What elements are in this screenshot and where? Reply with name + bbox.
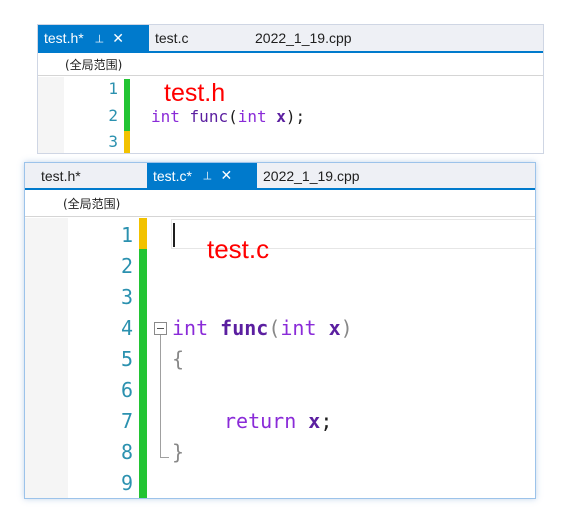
line-number: 9 bbox=[120, 471, 133, 495]
editor-window-test-h: test.h* ⊣ ✕ test.c 2022_1_19.cpp (全局范围) … bbox=[37, 24, 544, 154]
tab-label: 2022_1_19.cpp bbox=[255, 30, 352, 46]
code-line-5: { bbox=[172, 347, 185, 371]
line-number: 1 bbox=[108, 79, 118, 98]
code-line-4: int func(int x) bbox=[172, 316, 353, 340]
tab-test-c[interactable]: test.c bbox=[149, 25, 249, 51]
close-icon[interactable]: ✕ bbox=[112, 30, 124, 47]
punctuation: ( bbox=[268, 316, 281, 340]
unsaved-change-marker bbox=[139, 218, 147, 249]
function-name: func bbox=[189, 107, 229, 126]
scope-dropdown[interactable]: (全局范围) bbox=[25, 190, 535, 217]
line-number: 2 bbox=[108, 106, 118, 125]
annotation-test-h: test.h bbox=[164, 79, 226, 107]
left-margin bbox=[25, 218, 68, 498]
code-line-8: } bbox=[172, 440, 185, 464]
tab-test-c[interactable]: test.c* ⊣ ✕ bbox=[147, 163, 257, 188]
saved-change-marker bbox=[139, 249, 147, 498]
keyword: int bbox=[280, 316, 317, 340]
annotation-test-c: test.c bbox=[207, 234, 270, 264]
tab-label: test.h* bbox=[44, 30, 84, 46]
left-margin bbox=[38, 77, 64, 153]
scope-label: (全局范围) bbox=[65, 57, 123, 72]
parameter: x bbox=[328, 316, 341, 340]
code-line-2: int func(int x); bbox=[151, 107, 305, 126]
keyword: int bbox=[151, 107, 180, 126]
keyword: int bbox=[237, 107, 267, 126]
line-number: 4 bbox=[120, 316, 133, 340]
tab-label: test.h* bbox=[41, 167, 81, 184]
punctuation: ( bbox=[228, 107, 238, 126]
line-number: 3 bbox=[120, 285, 133, 309]
punctuation: ); bbox=[285, 107, 306, 126]
code-editor[interactable]: 1 2 3 4 5 6 7 8 9 test.c int func(int x)… bbox=[25, 218, 535, 498]
function-name: func bbox=[220, 316, 269, 340]
scope-dropdown[interactable]: (全局范围) bbox=[38, 53, 543, 76]
tab-test-h[interactable]: test.h* bbox=[25, 163, 147, 188]
keyword: return bbox=[224, 409, 297, 433]
line-number: 8 bbox=[120, 440, 133, 464]
tab-label: 2022_1_19.cpp bbox=[263, 167, 360, 184]
close-icon[interactable]: ✕ bbox=[221, 167, 233, 184]
keyword: int bbox=[172, 316, 209, 340]
code-line-7: return x; bbox=[224, 409, 332, 433]
tab-label: test.c bbox=[155, 30, 189, 46]
text-caret bbox=[173, 223, 175, 247]
editor-window-test-c: test.h* test.c* ⊣ ✕ 2022_1_19.cpp (全局范围)… bbox=[24, 162, 536, 499]
pin-icon[interactable]: ⊣ bbox=[92, 33, 105, 43]
code-editor[interactable]: 1 2 3 test.h int func(int x); bbox=[38, 77, 543, 153]
pin-icon[interactable]: ⊣ bbox=[200, 171, 213, 181]
parameter: x bbox=[276, 107, 286, 126]
collapse-toggle-icon[interactable] bbox=[154, 322, 167, 335]
return-value: x bbox=[308, 409, 321, 433]
tab-bar: test.h* test.c* ⊣ ✕ 2022_1_19.cpp bbox=[25, 163, 535, 190]
punctuation: ) bbox=[340, 316, 353, 340]
saved-change-marker bbox=[124, 79, 130, 131]
punctuation: ; bbox=[320, 409, 333, 433]
tab-test-h[interactable]: test.h* ⊣ ✕ bbox=[38, 25, 149, 51]
fold-guide-end bbox=[160, 451, 169, 458]
line-number: 2 bbox=[120, 254, 133, 278]
unsaved-change-marker bbox=[124, 131, 130, 153]
line-number: 5 bbox=[120, 347, 133, 371]
tab-2022-1-19-cpp[interactable]: 2022_1_19.cpp bbox=[249, 25, 389, 51]
tab-label: test.c* bbox=[153, 167, 192, 184]
line-number: 3 bbox=[108, 132, 118, 151]
fold-guide bbox=[160, 335, 161, 451]
line-number: 1 bbox=[120, 223, 133, 247]
line-number: 7 bbox=[120, 409, 133, 433]
tab-2022-1-19-cpp[interactable]: 2022_1_19.cpp bbox=[257, 163, 397, 188]
scope-label: (全局范围) bbox=[63, 196, 121, 211]
tab-bar: test.h* ⊣ ✕ test.c 2022_1_19.cpp bbox=[38, 25, 543, 53]
line-number: 6 bbox=[120, 378, 133, 402]
